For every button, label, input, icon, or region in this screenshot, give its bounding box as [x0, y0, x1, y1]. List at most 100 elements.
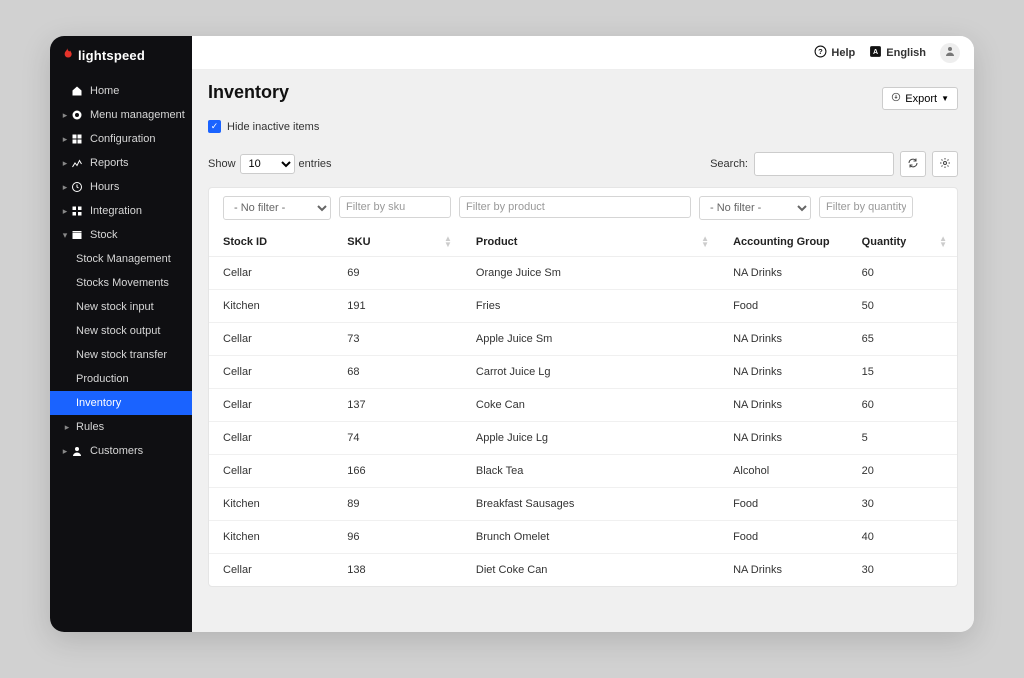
- language-selector[interactable]: A English: [869, 45, 926, 61]
- filter-acct-select[interactable]: - No filter -: [699, 196, 811, 220]
- sidebar-item-label: Hours: [90, 181, 119, 193]
- hide-inactive-label: Hide inactive items: [227, 121, 319, 133]
- sidebar-item-home[interactable]: Home: [50, 79, 192, 103]
- cell-product: Fries: [462, 290, 719, 323]
- home-icon: [70, 85, 84, 97]
- col-qty[interactable]: Quantity▲▼: [848, 228, 957, 257]
- table-row[interactable]: Cellar137Coke CanNA Drinks60: [209, 389, 957, 422]
- cell-acct: NA Drinks: [719, 323, 848, 356]
- menu-icon: [70, 109, 84, 121]
- help-icon: ?: [814, 45, 827, 61]
- sidebar-item-label: Menu management: [90, 109, 185, 121]
- sidebar-item-stock-management[interactable]: Stock Management: [50, 247, 192, 271]
- filter-sku-input[interactable]: [339, 196, 451, 218]
- sidebar-item-label: Production: [76, 373, 129, 385]
- cell-acct: Alcohol: [719, 455, 848, 488]
- col-acct[interactable]: Accounting Group: [719, 228, 848, 257]
- chevron-right-icon: ▸: [64, 422, 70, 433]
- cell-acct: NA Drinks: [719, 554, 848, 587]
- table-row[interactable]: Cellar68Carrot Juice LgNA Drinks15: [209, 356, 957, 389]
- refresh-icon: [907, 157, 919, 172]
- filter-product-input[interactable]: [459, 196, 691, 218]
- sidebar-item-label: New stock input: [76, 301, 154, 313]
- sidebar-item-new-stock-output[interactable]: New stock output: [50, 319, 192, 343]
- sidebar-item-configuration[interactable]: ▸Configuration: [50, 127, 192, 151]
- cell-qty: 50: [848, 290, 957, 323]
- help-link[interactable]: ? Help: [814, 45, 855, 61]
- sidebar-item-customers[interactable]: ▸Customers: [50, 439, 192, 463]
- table-row[interactable]: Cellar138Diet Coke CanNA Drinks30: [209, 554, 957, 587]
- sort-icon: ▲▼: [444, 236, 452, 248]
- search-input[interactable]: [754, 152, 894, 176]
- sidebar-item-label: Home: [90, 85, 119, 97]
- cell-product: Brunch Omelet: [462, 521, 719, 554]
- sidebar-item-hours[interactable]: ▸Hours: [50, 175, 192, 199]
- brand-name: lightspeed: [78, 48, 145, 63]
- hours-icon: [70, 181, 84, 193]
- controls-row: Show 10 entries Search:: [208, 151, 958, 177]
- settings-button[interactable]: [932, 151, 958, 177]
- brand: lightspeed: [50, 36, 192, 79]
- cell-stock: Kitchen: [209, 290, 333, 323]
- sidebar-item-stocks-movements[interactable]: Stocks Movements: [50, 271, 192, 295]
- cell-product: Breakfast Sausages: [462, 488, 719, 521]
- sidebar-item-new-stock-transfer[interactable]: New stock transfer: [50, 343, 192, 367]
- user-avatar[interactable]: [940, 43, 960, 63]
- table-row[interactable]: Kitchen191FriesFood50: [209, 290, 957, 323]
- config-icon: [70, 133, 84, 145]
- sidebar-item-new-stock-input[interactable]: New stock input: [50, 295, 192, 319]
- filter-stock-select[interactable]: - No filter -: [223, 196, 331, 220]
- cell-qty: 65: [848, 323, 957, 356]
- sidebar-item-inventory[interactable]: Inventory: [50, 391, 192, 415]
- show-prefix: Show: [208, 158, 236, 170]
- col-sku[interactable]: SKU▲▼: [333, 228, 462, 257]
- table-header-row: Stock ID SKU▲▼ Product▲▼ Accounting Grou…: [209, 228, 957, 257]
- cell-sku: 69: [333, 257, 462, 290]
- table-row[interactable]: Kitchen89Breakfast SausagesFood30: [209, 488, 957, 521]
- sidebar-item-production[interactable]: Production: [50, 367, 192, 391]
- export-button[interactable]: Export ▼: [882, 87, 958, 110]
- stock-icon: [70, 229, 84, 241]
- sidebar-item-label: New stock transfer: [76, 349, 167, 361]
- sidebar-item-label: Integration: [90, 205, 142, 217]
- language-label: English: [886, 47, 926, 59]
- sidebar-item-label: Customers: [90, 445, 143, 457]
- hide-inactive-checkbox[interactable]: ✓: [208, 120, 221, 133]
- table-row[interactable]: Cellar73Apple Juice SmNA Drinks65: [209, 323, 957, 356]
- sidebar-item-label: Stocks Movements: [76, 277, 169, 289]
- table-row[interactable]: Cellar166Black TeaAlcohol20: [209, 455, 957, 488]
- col-stock[interactable]: Stock ID: [209, 228, 333, 257]
- integration-icon: [70, 205, 84, 217]
- sidebar-item-stock[interactable]: ▾Stock: [50, 223, 192, 247]
- sort-icon: ▲▼: [939, 236, 947, 248]
- nav-list: Home ▸ Menu management ▸Configuration▸Repor…: [50, 79, 192, 463]
- topbar: ? Help A English: [192, 36, 974, 70]
- cell-product: Carrot Juice Lg: [462, 356, 719, 389]
- cell-sku: 166: [333, 455, 462, 488]
- toolbar: Export ▼: [208, 87, 958, 110]
- sidebar-item-menu-management[interactable]: ▸ Menu management: [50, 103, 192, 127]
- table-row[interactable]: Cellar74Apple Juice LgNA Drinks5: [209, 422, 957, 455]
- filter-qty-input[interactable]: [819, 196, 913, 218]
- export-label: Export: [905, 93, 937, 105]
- cell-stock: Cellar: [209, 554, 333, 587]
- cell-product: Orange Juice Sm: [462, 257, 719, 290]
- refresh-button[interactable]: [900, 151, 926, 177]
- sidebar-item-label: Stock: [90, 229, 118, 241]
- language-icon: A: [869, 45, 882, 61]
- sidebar-item-rules[interactable]: ▸Rules: [50, 415, 192, 439]
- table-row[interactable]: Kitchen96Brunch OmeletFood40: [209, 521, 957, 554]
- table-panel: - No filter - - No filter -: [208, 187, 958, 587]
- sidebar-item-integration[interactable]: ▸Integration: [50, 199, 192, 223]
- table-row[interactable]: Cellar69Orange Juice SmNA Drinks60: [209, 257, 957, 290]
- cell-acct: NA Drinks: [719, 257, 848, 290]
- search-label: Search:: [710, 158, 748, 170]
- chevron-right-icon: ▸: [62, 110, 68, 121]
- cell-product: Black Tea: [462, 455, 719, 488]
- sort-icon: ▲▼: [701, 236, 709, 248]
- col-product[interactable]: Product▲▼: [462, 228, 719, 257]
- cell-sku: 137: [333, 389, 462, 422]
- sidebar-item-reports[interactable]: ▸Reports: [50, 151, 192, 175]
- cell-stock: Kitchen: [209, 488, 333, 521]
- show-entries-select[interactable]: 10: [240, 154, 295, 174]
